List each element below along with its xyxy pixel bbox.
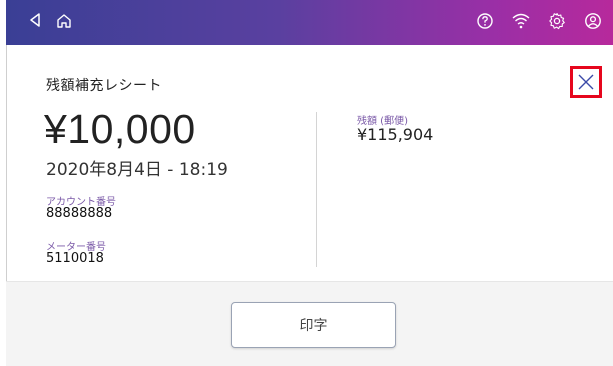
print-button[interactable]: 印字 xyxy=(231,302,396,348)
meter-number-value: 5110018 xyxy=(46,251,104,266)
page-title: 残額補充レシート xyxy=(46,78,162,94)
top-bar xyxy=(6,0,613,45)
close-icon xyxy=(578,74,594,90)
help-icon[interactable] xyxy=(474,12,496,34)
column-divider xyxy=(316,112,317,267)
close-button[interactable] xyxy=(570,66,602,98)
account-number-value: 88888888 xyxy=(46,206,113,221)
postage-balance-value: ¥115,904 xyxy=(357,125,434,144)
settings-icon[interactable] xyxy=(546,12,568,34)
back-icon[interactable] xyxy=(24,12,46,34)
refill-datetime: 2020年8月4日 - 18:19 xyxy=(46,160,228,180)
home-icon[interactable] xyxy=(53,12,75,34)
wifi-icon[interactable] xyxy=(510,12,532,34)
account-icon[interactable] xyxy=(582,12,604,34)
refill-amount: ¥10,000 xyxy=(44,106,196,152)
